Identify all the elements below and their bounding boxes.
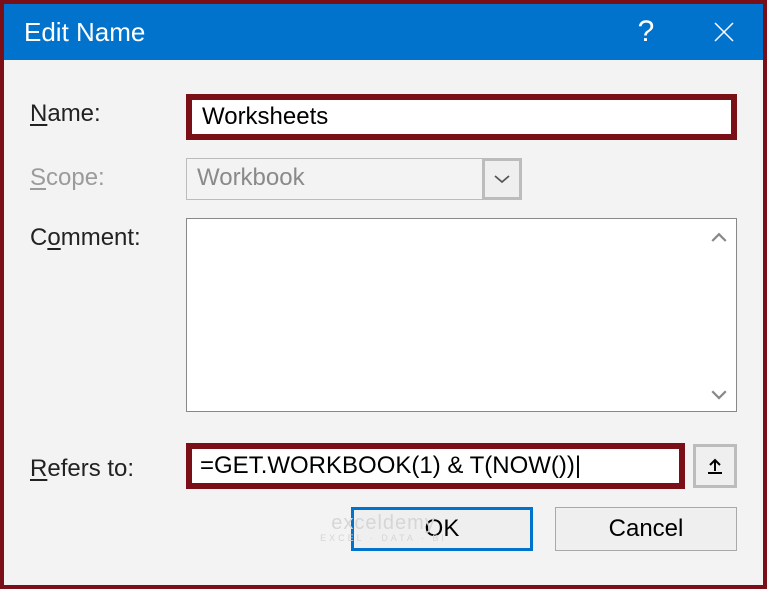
scope-select: Workbook	[186, 158, 522, 200]
name-row: Name:	[30, 94, 737, 140]
collapse-icon	[706, 457, 724, 475]
scope-dropdown-button[interactable]	[482, 158, 522, 200]
comment-textarea[interactable]	[186, 218, 737, 412]
help-button[interactable]: ?	[607, 4, 685, 60]
dialog-title: Edit Name	[24, 17, 607, 48]
scope-field: Workbook	[186, 158, 737, 200]
chevron-down-icon	[710, 389, 728, 400]
name-highlight	[186, 94, 737, 140]
comment-field	[186, 218, 737, 417]
name-label: Name:	[30, 94, 186, 128]
name-input[interactable]	[192, 100, 731, 134]
scope-value: Workbook	[186, 158, 482, 200]
chevron-up-icon	[710, 232, 728, 243]
comment-row: Comment:	[30, 218, 737, 417]
scroll-up-button[interactable]	[709, 228, 729, 248]
scope-label: Scope:	[30, 158, 186, 192]
refers-row: Refers to:	[30, 443, 737, 489]
close-button[interactable]	[685, 4, 763, 60]
close-icon	[712, 20, 736, 44]
ok-button[interactable]: OK	[351, 507, 533, 551]
refers-label: Refers to:	[30, 449, 186, 483]
button-row: OK Cancel	[30, 507, 737, 551]
comment-label: Comment:	[30, 218, 186, 252]
chevron-down-icon	[494, 174, 510, 184]
help-icon: ?	[638, 15, 655, 49]
dialog-body: Name: Scope: Workbook Comment:	[4, 60, 763, 585]
cancel-button[interactable]: Cancel	[555, 507, 737, 551]
collapse-dialog-button[interactable]	[693, 444, 737, 488]
refers-highlight	[186, 443, 685, 489]
scope-row: Scope: Workbook	[30, 158, 737, 200]
scroll-down-button[interactable]	[709, 385, 729, 405]
titlebar: Edit Name ?	[4, 4, 763, 60]
refers-input[interactable]	[192, 452, 679, 480]
dialog-frame: Edit Name ? Name: Scope: Workbook	[0, 0, 767, 589]
